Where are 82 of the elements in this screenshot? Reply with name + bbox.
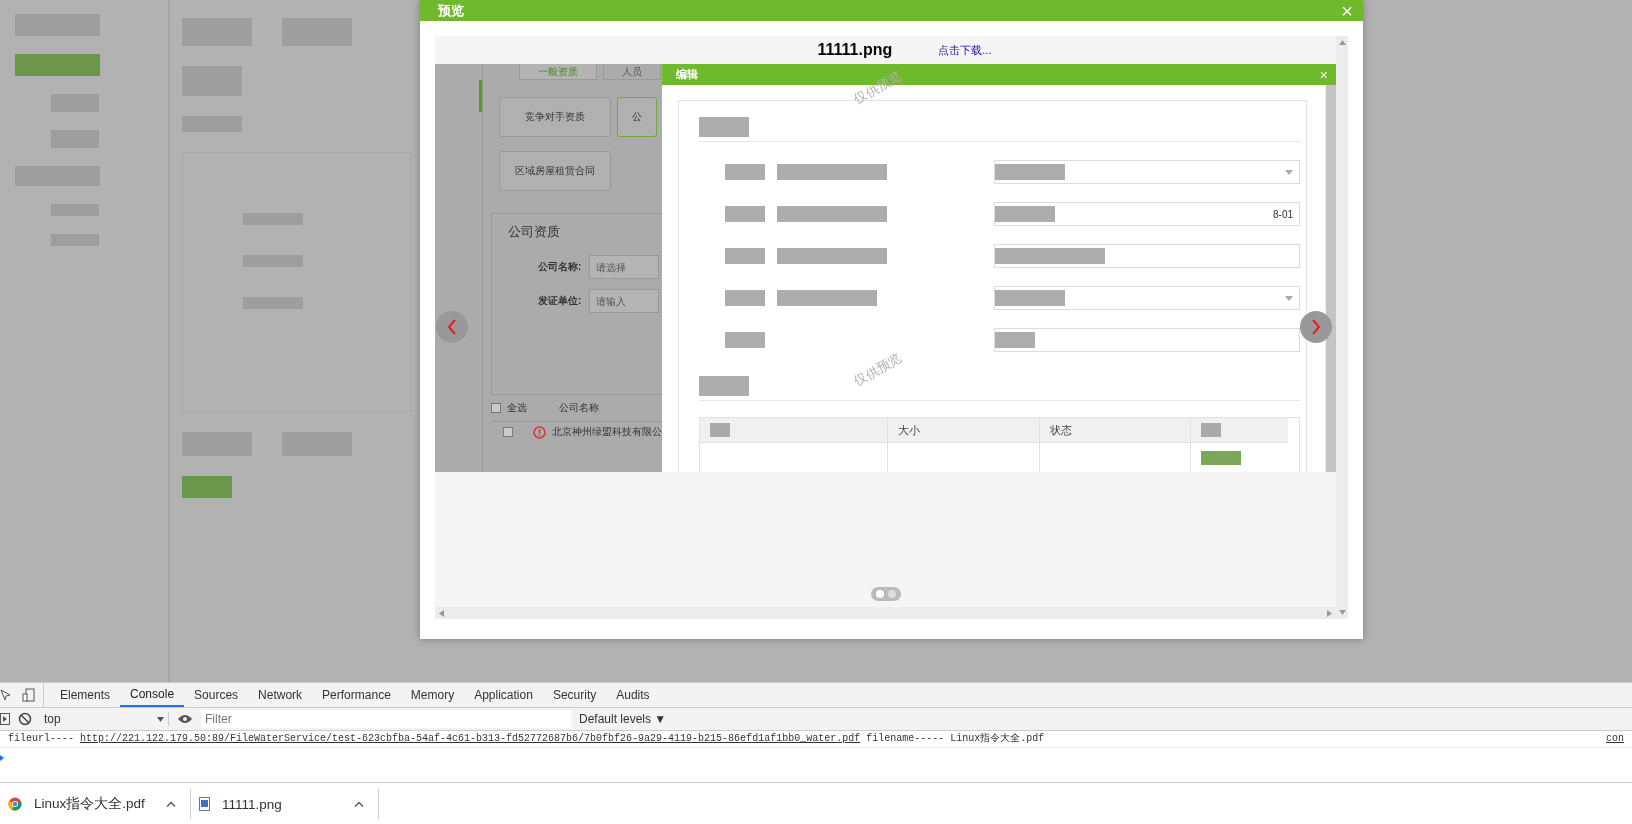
warning-icon	[533, 425, 546, 439]
devtools-tab[interactable]: Performance	[312, 683, 401, 707]
blurred-text	[699, 117, 749, 137]
column-header: 状态	[1039, 418, 1190, 442]
scroll-right-arrow-icon[interactable]	[1327, 609, 1332, 617]
input-field[interactable]: 请选择	[589, 255, 660, 279]
input-field[interactable]	[994, 286, 1300, 310]
input-field[interactable]	[994, 244, 1300, 268]
filter-field[interactable]: Filter	[201, 710, 571, 728]
scroll-up-arrow-icon[interactable]	[1338, 40, 1346, 45]
browser-logo-icon	[8, 797, 22, 811]
category-button[interactable]: 区域房屋租赁合同	[499, 151, 611, 191]
column-header: 大小	[887, 418, 1039, 442]
table-cell: 北京神州绿盟科技有限公	[552, 425, 662, 439]
devtools-tab[interactable]: Sources	[184, 683, 249, 707]
input-field[interactable]: 请输入	[589, 289, 660, 313]
file-name: 11111.png	[817, 41, 893, 59]
blurred-text	[725, 206, 765, 222]
input-field[interactable]	[994, 328, 1300, 352]
caret-up-icon[interactable]	[354, 801, 364, 807]
scroll-down-arrow-icon[interactable]	[1338, 610, 1346, 615]
log-url-link[interactable]: http://221.122.179.50:89/FileWaterService/test-623cbfba-54af-4c61-b313-fd52772687b6/7b0fbf26-9a29-4119-b215-86efd1af1bb0_water.pdf	[80, 733, 861, 747]
slide-dot[interactable]	[875, 590, 884, 598]
download-item[interactable]: 11111.png	[191, 789, 379, 819]
download-item[interactable]: Linux指令大全.pdf	[0, 789, 191, 819]
caret-up-icon[interactable]	[166, 801, 176, 807]
dropdown-caret-icon	[157, 716, 164, 722]
clear-console-icon[interactable]	[18, 712, 32, 726]
select-all-label: 全选	[507, 401, 527, 415]
blurred-text	[995, 290, 1065, 306]
blurred-text	[725, 248, 765, 264]
blurred-text	[725, 164, 765, 180]
input-field[interactable]	[994, 160, 1300, 184]
devtools-tab[interactable]: Elements	[50, 683, 121, 707]
column-header: 公司名称	[559, 401, 599, 415]
log-text: fileurl----	[8, 733, 74, 746]
scroll-left-arrow-icon[interactable]	[439, 609, 444, 617]
blurred-text	[725, 332, 765, 348]
eye-icon[interactable]	[177, 714, 193, 724]
context-selector[interactable]: top	[40, 712, 169, 726]
devtools-tab[interactable]: Audits	[606, 683, 660, 707]
watermark-text: 仅供预览	[851, 349, 905, 391]
blurred-text	[1201, 423, 1221, 437]
devtools-tab[interactable]: Application	[464, 683, 543, 707]
source-link[interactable]: con	[1606, 733, 1624, 747]
checkbox[interactable]	[491, 403, 501, 413]
blurred-text	[725, 290, 765, 306]
device-toolbar-icon[interactable]	[22, 688, 35, 702]
dropdown-caret-icon	[1285, 169, 1293, 175]
log-text: filename----- Linux指令大全.pdf	[866, 733, 1045, 746]
dropdown-caret-icon	[1285, 295, 1293, 301]
input-field[interactable]: 8-01	[994, 202, 1300, 226]
blurred-text	[699, 376, 749, 396]
section-title: 公司资质	[508, 225, 560, 239]
dialog-title: 编辑	[676, 67, 698, 82]
blurred-text	[710, 423, 730, 437]
scrollbar[interactable]	[435, 607, 1336, 619]
image-file-icon	[199, 797, 210, 811]
blurred-text	[995, 164, 1065, 180]
blurred-text	[995, 206, 1055, 222]
category-button[interactable]: 公	[617, 97, 657, 137]
devtools-tab[interactable]: Network	[248, 683, 313, 707]
watermark-text: 仅供预览	[851, 67, 905, 109]
download-link[interactable]: 点击下载...	[938, 42, 992, 58]
scrollbar[interactable]	[1325, 85, 1336, 472]
checkbox[interactable]	[503, 427, 513, 437]
devtools-tab[interactable]: Memory	[400, 683, 465, 707]
inspect-icon[interactable]	[0, 688, 12, 702]
blurred-text	[995, 332, 1035, 348]
modal-title: 预览	[438, 1, 464, 20]
field-value: 8-01	[1273, 208, 1293, 220]
category-button[interactable]: 竞争对手资质	[499, 97, 611, 137]
devtools-tab[interactable]: Security	[542, 683, 607, 707]
field-label: 发证单位:	[538, 294, 582, 308]
slide-dot[interactable]	[887, 590, 896, 598]
sidebar-toggle-icon[interactable]	[0, 713, 10, 725]
scrollbar[interactable]	[1336, 36, 1348, 619]
chevron-right-icon	[1311, 319, 1321, 335]
field-label: 公司名称:	[538, 260, 582, 274]
prompt-icon	[0, 755, 4, 761]
chevron-left-icon	[447, 319, 457, 335]
log-levels-dropdown[interactable]: Default levels ▼	[579, 712, 667, 726]
